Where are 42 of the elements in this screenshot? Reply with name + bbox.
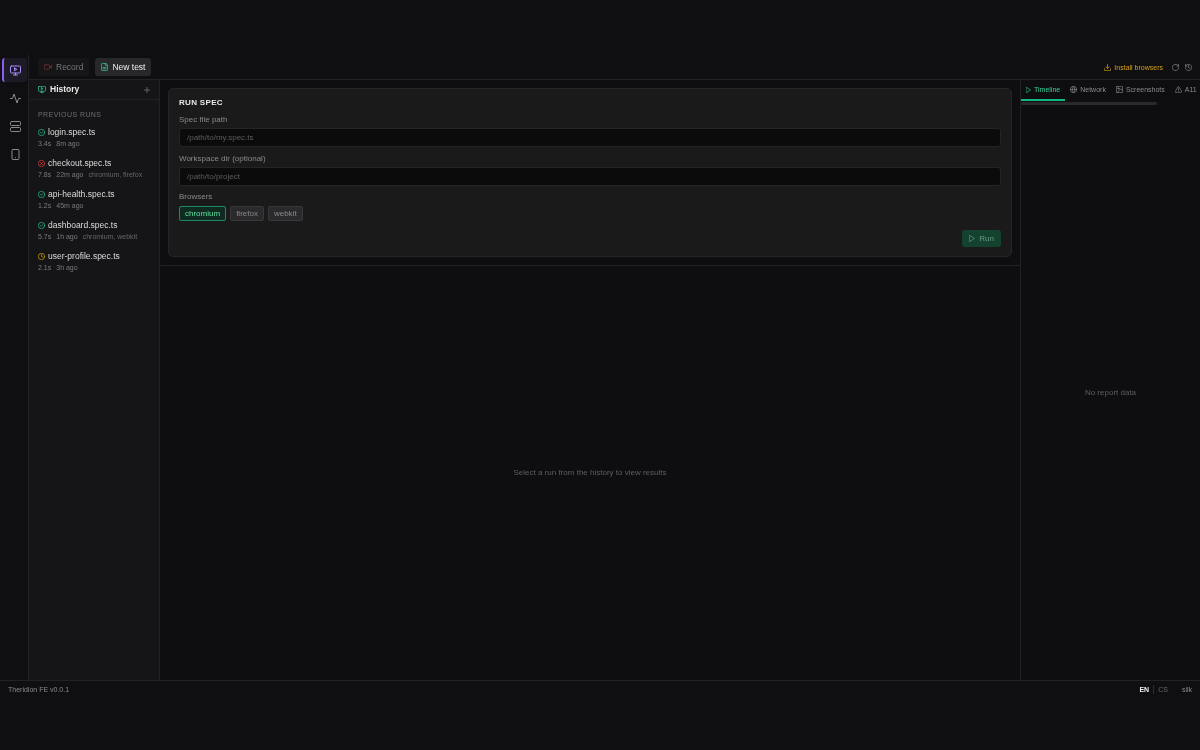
add-icon[interactable] xyxy=(144,86,150,93)
history-icon[interactable] xyxy=(1185,63,1192,71)
warning-icon xyxy=(1174,86,1182,93)
run-name[interactable]: checkout.spec.ts xyxy=(48,159,112,168)
play-icon xyxy=(1026,86,1031,93)
field-label: Spec file path xyxy=(179,115,229,125)
card-title: RUN SPEC xyxy=(179,98,224,108)
monitor-play-icon xyxy=(9,64,21,76)
video-camera-icon xyxy=(44,64,52,70)
browser-chip[interactable]: firefox xyxy=(230,206,264,221)
run-name[interactable]: login.spec.ts xyxy=(48,128,96,137)
refresh-icon[interactable] xyxy=(1172,63,1179,71)
server-icon xyxy=(9,120,21,132)
image-icon xyxy=(1115,86,1123,93)
clock-icon xyxy=(38,253,45,260)
mode-tab[interactable]: Record xyxy=(38,58,90,76)
smartphone-icon xyxy=(9,148,21,160)
run-name[interactable]: api-health.spec.ts xyxy=(48,190,115,199)
check-circle-icon xyxy=(38,129,45,136)
empty-state-message: No report data xyxy=(1084,386,1137,399)
download-icon xyxy=(1104,63,1112,71)
activity-icon xyxy=(9,92,21,104)
field-label: Browsers xyxy=(179,192,214,202)
sidebar-nav-button[interactable] xyxy=(1,58,27,82)
browser-chip[interactable]: webkit xyxy=(267,206,303,221)
check-circle-icon xyxy=(38,191,45,198)
mode-tab[interactable]: New test xyxy=(95,58,152,76)
file-icon xyxy=(101,63,109,71)
check-circle-icon xyxy=(38,222,45,229)
field-label: Workspace dir (optional) xyxy=(179,154,267,164)
empty-state-message: Select a run from the history to view results xyxy=(513,467,667,479)
input-field[interactable]: /path/to/my.spec.ts xyxy=(179,128,1001,147)
run-name[interactable]: user-profile.spec.ts xyxy=(48,252,120,261)
monitor-play-icon xyxy=(38,86,46,93)
globe-icon xyxy=(1070,86,1078,93)
x-circle-icon xyxy=(38,160,45,167)
input-field[interactable]: /path/to/project xyxy=(179,167,1001,186)
history-title: History xyxy=(50,85,80,94)
scrollbar-thumb[interactable] xyxy=(1021,102,1157,105)
play-icon xyxy=(969,235,976,242)
browser-chip[interactable]: chromium xyxy=(179,206,227,221)
run-name[interactable]: dashboard.spec.ts xyxy=(48,221,118,230)
